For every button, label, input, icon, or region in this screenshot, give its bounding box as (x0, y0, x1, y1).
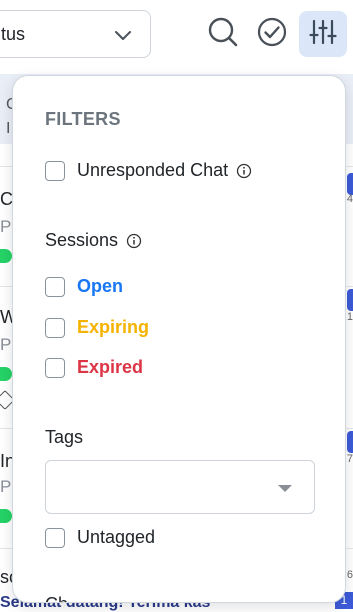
next-section-title: Ch (45, 594, 68, 602)
chat-item-subtitle: P (0, 217, 12, 236)
sliders-icon (309, 18, 337, 51)
untagged-label: Untagged (77, 527, 156, 547)
session-option-expiring[interactable]: Expiring (45, 317, 149, 338)
session-open-label: Open (77, 276, 124, 296)
chat-item-subtitle: P (0, 477, 12, 496)
chat-item-subtitle: P (0, 335, 12, 354)
search-button[interactable] (203, 13, 243, 55)
session-expired-checkbox[interactable] (45, 357, 65, 378)
whatsapp-icon (0, 509, 12, 523)
unresponded-chat-option[interactable]: Unresponded Chat (45, 160, 252, 181)
info-icon[interactable] (126, 233, 142, 249)
tags-select[interactable] (45, 460, 315, 514)
session-expiring-checkbox[interactable] (45, 317, 65, 338)
toolbar: tus (0, 0, 353, 74)
unresponded-chat-label: Unresponded Chat (77, 160, 229, 180)
session-expiring-label: Expiring (77, 317, 150, 337)
session-expired-label: Expired (77, 357, 144, 377)
unresponded-chat-checkbox[interactable] (45, 160, 65, 181)
untagged-checkbox[interactable] (45, 527, 65, 548)
chat-item-count: 4 (346, 193, 353, 205)
chat-item-count: 6 (346, 569, 353, 581)
chat-item-count: 7 (346, 453, 353, 465)
info-icon[interactable] (236, 163, 252, 179)
caret-down-icon (278, 485, 292, 492)
untagged-option[interactable]: Untagged (45, 527, 155, 548)
whatsapp-icon (0, 249, 12, 263)
status-select-value: tus (1, 24, 26, 44)
check-circle-icon (256, 16, 288, 53)
unread-badge (347, 173, 353, 195)
whatsapp-icon (0, 367, 12, 381)
select-mode-button[interactable] (252, 13, 292, 55)
unread-badge (347, 289, 353, 311)
filters-popover: FILTERS Unresponded Chat Sessions Open E… (12, 75, 346, 603)
search-icon (207, 16, 239, 53)
status-filter-select[interactable]: tus (0, 10, 151, 58)
filter-button[interactable] (299, 11, 347, 57)
session-open-checkbox[interactable] (45, 276, 65, 297)
unread-badge (347, 431, 353, 453)
chevron-down-icon (114, 26, 132, 49)
sessions-title-text: Sessions (45, 230, 119, 250)
session-option-expired[interactable]: Expired (45, 357, 143, 378)
filters-title: FILTERS (45, 109, 121, 129)
chat-item-count: 1 (346, 311, 353, 323)
row-peek-text: I (6, 120, 11, 137)
session-option-open[interactable]: Open (45, 276, 123, 297)
sessions-section-title: Sessions (45, 230, 142, 251)
tags-section-title: Tags (45, 427, 84, 447)
